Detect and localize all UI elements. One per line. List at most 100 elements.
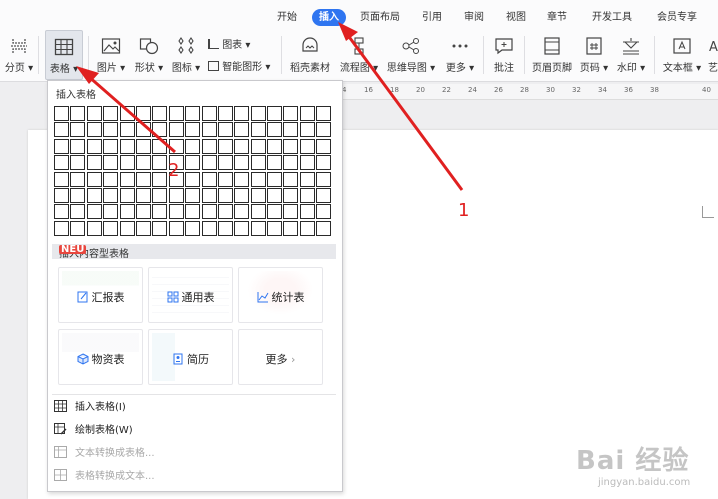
- table-grid-cell[interactable]: [234, 122, 250, 138]
- table-grid-cell[interactable]: [135, 171, 151, 187]
- table-grid-cell[interactable]: [299, 171, 315, 187]
- table-grid-cell[interactable]: [70, 187, 86, 203]
- table-grid-cell[interactable]: [70, 138, 86, 154]
- table-grid-cell[interactable]: [299, 187, 315, 203]
- material-table-card[interactable]: 物资表: [58, 329, 143, 385]
- table-size-grid[interactable]: [54, 106, 332, 236]
- table-grid-cell[interactable]: [152, 155, 168, 171]
- table-grid-cell[interactable]: [267, 138, 283, 154]
- smart-art-button[interactable]: 智能图形 ▾: [208, 60, 270, 76]
- table-grid-cell[interactable]: [103, 204, 119, 220]
- table-grid-cell[interactable]: [135, 138, 151, 154]
- table-grid-cell[interactable]: [267, 122, 283, 138]
- tab-references[interactable]: 引用: [418, 9, 446, 26]
- table-grid-cell[interactable]: [267, 155, 283, 171]
- table-grid-cell[interactable]: [217, 138, 233, 154]
- table-grid-cell[interactable]: [103, 155, 119, 171]
- table-grid-cell[interactable]: [135, 106, 151, 121]
- general-table-card[interactable]: 通用表: [148, 267, 233, 323]
- table-grid-cell[interactable]: [135, 155, 151, 171]
- table-grid-cell[interactable]: [135, 204, 151, 220]
- table-grid-cell[interactable]: [185, 187, 201, 203]
- table-grid-cell[interactable]: [54, 155, 69, 171]
- text-to-table-item[interactable]: 文本转换成表格...: [54, 445, 155, 463]
- tab-view[interactable]: 视图: [502, 9, 530, 26]
- table-grid-cell[interactable]: [299, 155, 315, 171]
- table-grid-cell[interactable]: [217, 220, 233, 236]
- table-grid-cell[interactable]: [103, 171, 119, 187]
- table-grid-cell[interactable]: [250, 187, 266, 203]
- table-grid-cell[interactable]: [152, 106, 168, 121]
- table-grid-cell[interactable]: [70, 204, 86, 220]
- tab-review[interactable]: 审阅: [460, 9, 488, 26]
- table-grid-cell[interactable]: [86, 171, 102, 187]
- table-grid-cell[interactable]: [168, 204, 184, 220]
- art-text-button[interactable]: A 艺: [708, 30, 718, 80]
- statistics-table-card[interactable]: 统计表: [238, 267, 323, 323]
- table-grid-cell[interactable]: [185, 171, 201, 187]
- table-grid-cell[interactable]: [185, 155, 201, 171]
- table-grid-cell[interactable]: [119, 220, 135, 236]
- table-grid-cell[interactable]: [86, 122, 102, 138]
- table-grid-cell[interactable]: [201, 106, 217, 121]
- table-grid-cell[interactable]: [152, 187, 168, 203]
- table-grid-cell[interactable]: [168, 220, 184, 236]
- chart-button[interactable]: 图表 ▾: [208, 38, 250, 54]
- table-grid-cell[interactable]: [103, 138, 119, 154]
- table-grid-cell[interactable]: [185, 220, 201, 236]
- table-grid-cell[interactable]: [234, 155, 250, 171]
- table-grid-cell[interactable]: [70, 106, 86, 121]
- table-grid-cell[interactable]: [168, 138, 184, 154]
- table-grid-cell[interactable]: [119, 138, 135, 154]
- table-grid-cell[interactable]: [168, 106, 184, 121]
- textbox-button[interactable]: 文本框 ▾: [660, 30, 704, 80]
- more-templates-card[interactable]: 更多 ›: [238, 329, 323, 385]
- icon-library-button[interactable]: 图标 ▾: [169, 30, 203, 80]
- table-grid-cell[interactable]: [152, 220, 168, 236]
- table-grid-cell[interactable]: [283, 138, 299, 154]
- table-grid-cell[interactable]: [201, 204, 217, 220]
- resume-card[interactable]: 简历: [148, 329, 233, 385]
- table-grid-cell[interactable]: [119, 155, 135, 171]
- table-grid-cell[interactable]: [283, 106, 299, 121]
- table-grid-cell[interactable]: [299, 220, 315, 236]
- table-grid-cell[interactable]: [54, 171, 69, 187]
- table-grid-cell[interactable]: [217, 155, 233, 171]
- table-grid-cell[interactable]: [86, 187, 102, 203]
- tab-page-layout[interactable]: 页面布局: [356, 9, 404, 26]
- table-grid-cell[interactable]: [119, 122, 135, 138]
- table-grid-cell[interactable]: [316, 106, 332, 121]
- table-grid-cell[interactable]: [135, 187, 151, 203]
- table-grid-cell[interactable]: [316, 204, 332, 220]
- table-grid-cell[interactable]: [135, 122, 151, 138]
- table-grid-cell[interactable]: [283, 220, 299, 236]
- table-grid-cell[interactable]: [267, 204, 283, 220]
- table-grid-cell[interactable]: [119, 204, 135, 220]
- table-grid-cell[interactable]: [234, 171, 250, 187]
- table-grid-cell[interactable]: [54, 187, 69, 203]
- table-grid-cell[interactable]: [316, 220, 332, 236]
- table-grid-cell[interactable]: [217, 171, 233, 187]
- table-grid-cell[interactable]: [267, 220, 283, 236]
- table-grid-cell[interactable]: [283, 171, 299, 187]
- table-grid-cell[interactable]: [250, 122, 266, 138]
- table-grid-cell[interactable]: [267, 187, 283, 203]
- table-button[interactable]: 表格 ▾: [45, 30, 83, 80]
- tab-insert[interactable]: 插入: [312, 9, 346, 26]
- header-footer-button[interactable]: 页眉页脚: [529, 30, 575, 80]
- table-grid-cell[interactable]: [283, 155, 299, 171]
- table-grid-cell[interactable]: [234, 138, 250, 154]
- table-grid-cell[interactable]: [201, 155, 217, 171]
- table-grid-cell[interactable]: [168, 122, 184, 138]
- table-grid-cell[interactable]: [217, 106, 233, 121]
- page-number-button[interactable]: 页码 ▾: [578, 30, 610, 80]
- table-grid-cell[interactable]: [103, 122, 119, 138]
- table-grid-cell[interactable]: [234, 220, 250, 236]
- table-grid-cell[interactable]: [283, 187, 299, 203]
- report-table-card[interactable]: 汇报表: [58, 267, 143, 323]
- table-to-text-item[interactable]: 表格转换成文本...: [54, 468, 155, 486]
- table-grid-cell[interactable]: [168, 187, 184, 203]
- table-grid-cell[interactable]: [152, 204, 168, 220]
- table-grid-cell[interactable]: [217, 204, 233, 220]
- docer-material-button[interactable]: 稻壳素材: [287, 30, 333, 80]
